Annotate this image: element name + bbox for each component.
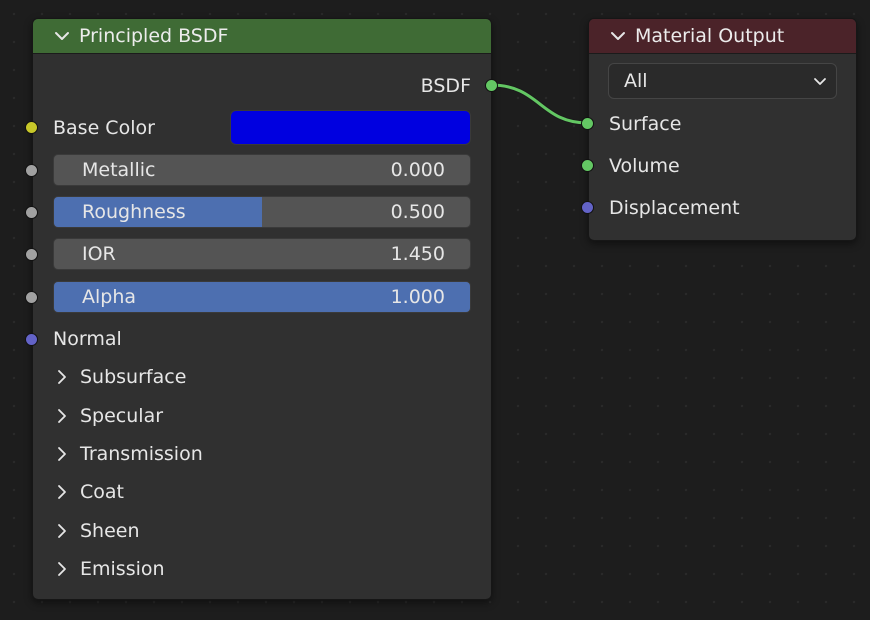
metallic-slider[interactable]: Metallic 0.000 [53, 154, 471, 186]
base-color-label: Base Color [53, 117, 155, 139]
displacement-socket[interactable] [581, 201, 594, 214]
bsdf-node-header[interactable]: Principled BSDF [33, 19, 491, 54]
displacement-row: Displacement [609, 196, 740, 220]
chevron-down-icon [814, 78, 826, 85]
roughness-label: Roughness [82, 201, 186, 223]
bsdf-output-label: BSDF [420, 75, 471, 97]
panel-label: Specular [80, 405, 164, 427]
chevron-right-icon [58, 524, 66, 538]
panel-specular[interactable]: Specular [53, 404, 163, 428]
normal-socket[interactable] [25, 333, 38, 346]
chevron-right-icon [58, 562, 66, 576]
panel-sheen[interactable]: Sheen [53, 519, 140, 543]
ior-field[interactable]: IOR 1.450 [53, 238, 471, 270]
panel-transmission[interactable]: Transmission [53, 442, 203, 466]
base-color-socket[interactable] [25, 121, 38, 134]
principled-bsdf-node[interactable]: Principled BSDF BSDF Base Color Metallic… [25, 18, 498, 600]
chevron-down-icon[interactable] [51, 25, 73, 47]
panel-label: Subsurface [80, 366, 187, 388]
bsdf-output-socket[interactable] [485, 79, 498, 92]
normal-row: Normal [53, 327, 122, 351]
panel-label: Sheen [80, 520, 140, 542]
panel-emission[interactable]: Emission [53, 557, 165, 581]
alpha-socket[interactable] [25, 291, 38, 304]
panel-label: Transmission [80, 443, 203, 465]
volume-row: Volume [609, 154, 680, 178]
ior-value: 1.450 [390, 243, 445, 265]
metallic-label: Metallic [82, 159, 156, 181]
bsdf-node-title: Principled BSDF [79, 25, 229, 47]
chevron-right-icon [58, 370, 66, 384]
roughness-socket[interactable] [25, 206, 38, 219]
output-node-title: Material Output [635, 25, 785, 47]
panel-label: Emission [80, 558, 165, 580]
base-color-row: Base Color [53, 116, 155, 140]
displacement-label: Displacement [609, 197, 740, 219]
target-dropdown-value: All [624, 70, 648, 92]
ior-label: IOR [82, 243, 116, 265]
panel-coat[interactable]: Coat [53, 480, 124, 504]
surface-label: Surface [609, 113, 682, 135]
panel-label: Coat [80, 481, 124, 503]
panel-subsurface[interactable]: Subsurface [53, 365, 186, 389]
volume-label: Volume [609, 155, 680, 177]
surface-socket[interactable] [581, 117, 594, 130]
chevron-right-icon [58, 485, 66, 499]
chevron-right-icon [58, 409, 66, 423]
chevron-down-icon[interactable] [607, 25, 629, 47]
base-color-swatch[interactable] [230, 110, 471, 145]
ior-socket[interactable] [25, 248, 38, 261]
surface-row: Surface [609, 112, 681, 136]
metallic-socket[interactable] [25, 164, 38, 177]
roughness-value: 0.500 [390, 201, 445, 223]
roughness-slider[interactable]: Roughness 0.500 [53, 196, 471, 228]
normal-label: Normal [53, 328, 122, 350]
metallic-value: 0.000 [390, 159, 445, 181]
volume-socket[interactable] [581, 159, 594, 172]
alpha-label: Alpha [82, 286, 137, 308]
target-dropdown[interactable]: All [608, 63, 837, 99]
output-node-header[interactable]: Material Output [589, 19, 856, 54]
material-output-node[interactable]: Material Output All Surface Volume Displ… [581, 18, 857, 241]
alpha-value: 1.000 [390, 286, 445, 308]
chevron-right-icon [58, 447, 66, 461]
bsdf-output-row: BSDF [421, 74, 471, 98]
alpha-slider[interactable]: Alpha 1.000 [53, 281, 471, 313]
